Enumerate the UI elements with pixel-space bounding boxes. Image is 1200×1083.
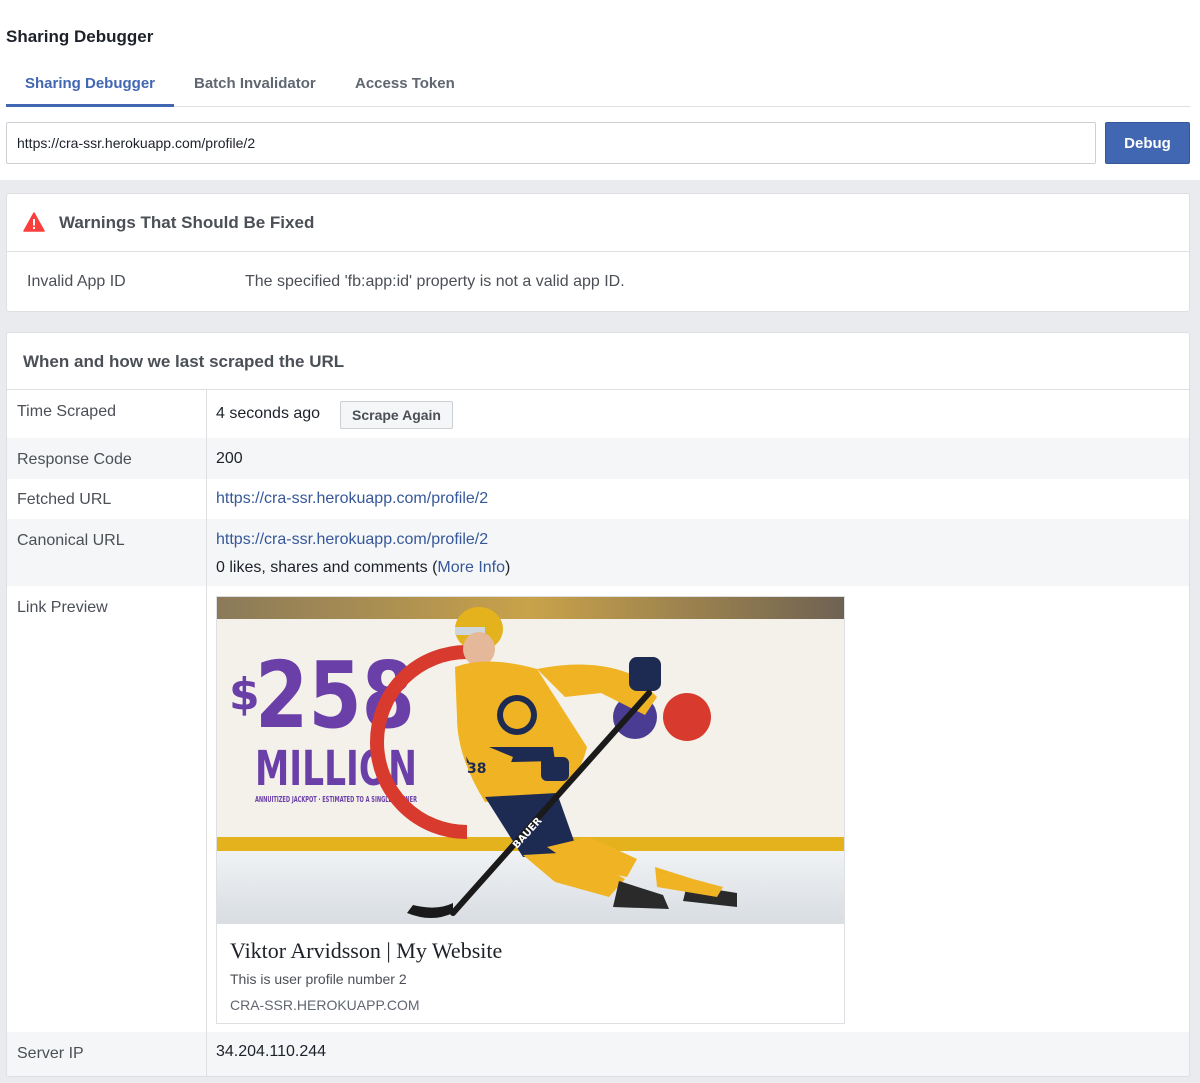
page-title: Sharing Debugger [6, 27, 154, 46]
warnings-panel: Warnings That Should Be Fixed Invalid Ap… [6, 193, 1190, 312]
engagement-prefix: 0 likes, shares and comments ( [216, 559, 438, 576]
time-scraped-value: 4 seconds ago [216, 405, 321, 422]
tab-bar: Sharing Debugger Batch Invalidator Acces… [6, 60, 1190, 107]
warnings-header: Warnings That Should Be Fixed [7, 194, 1189, 252]
fetched-url-label: Fetched URL [17, 491, 112, 508]
response-code-value: 200 [216, 450, 243, 467]
debug-button[interactable]: Debug [1105, 122, 1190, 164]
hockey-player-image: $ 258 MILLION ANNUITIZED JACKPOT · ESTIM… [217, 597, 844, 923]
engagement-suffix: ) [505, 559, 511, 576]
preview-image: $ 258 MILLION ANNUITIZED JACKPOT · ESTIM… [217, 597, 844, 924]
preview-description: This is user profile number 2 [230, 971, 407, 987]
warning-message: The specified 'fb:app:id' property is no… [245, 273, 625, 290]
time-scraped-label: Time Scraped [17, 403, 116, 420]
warnings-title: Warnings That Should Be Fixed [59, 213, 315, 232]
scrape-panel: When and how we last scraped the URL Tim… [6, 332, 1190, 1077]
link-preview-card[interactable]: $ 258 MILLION ANNUITIZED JACKPOT · ESTIM… [216, 596, 845, 1024]
server-ip-label: Server IP [17, 1045, 84, 1062]
warning-label: Invalid App ID [27, 273, 126, 290]
row-time-scraped: Time Scraped 4 seconds ago Scrape Again [7, 390, 1189, 438]
column-divider [206, 390, 207, 1076]
link-preview-label: Link Preview [17, 599, 108, 616]
jersey-number: 38 [467, 761, 486, 777]
scrape-header: When and how we last scraped the URL [7, 333, 1189, 390]
engagement-text: 0 likes, shares and comments (More Info) [216, 559, 510, 577]
row-canonical-url: Canonical URL https://cra-ssr.herokuapp.… [7, 519, 1189, 586]
scrape-title: When and how we last scraped the URL [23, 352, 345, 371]
row-server-ip: Server IP 34.204.110.244 [7, 1032, 1189, 1076]
fetched-url-link[interactable]: https://cra-ssr.herokuapp.com/profile/2 [216, 490, 488, 508]
row-fetched-url: Fetched URL https://cra-ssr.herokuapp.co… [7, 479, 1189, 519]
tab-batch-invalidator[interactable]: Batch Invalidator [194, 60, 316, 107]
tab-access-token[interactable]: Access Token [355, 60, 455, 107]
canonical-url-link[interactable]: https://cra-ssr.herokuapp.com/profile/2 [216, 531, 488, 549]
preview-title: Viktor Arvidsson | My Website [230, 938, 503, 963]
warning-triangle-icon [23, 212, 45, 232]
preview-domain: CRA-SSR.HEROKUAPP.COM [230, 997, 420, 1013]
tab-sharing-debugger[interactable]: Sharing Debugger [6, 60, 174, 107]
header-area: Sharing Debugger Sharing Debugger Batch … [0, 0, 1200, 180]
row-response-code: Response Code 200 [7, 438, 1189, 479]
response-code-label: Response Code [17, 451, 132, 468]
more-info-link[interactable]: More Info [437, 559, 505, 576]
server-ip-value: 34.204.110.244 [216, 1043, 327, 1060]
canonical-url-label: Canonical URL [17, 532, 125, 549]
scrape-again-button[interactable]: Scrape Again [340, 401, 453, 429]
url-input[interactable] [6, 122, 1096, 164]
